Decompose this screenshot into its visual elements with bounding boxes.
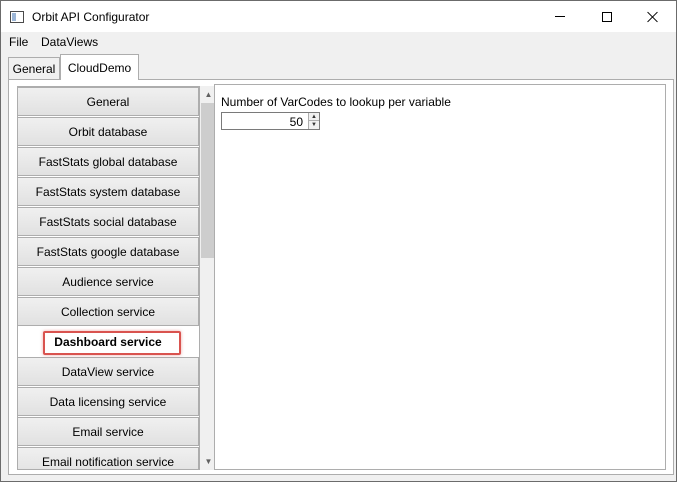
maximize-button[interactable] — [584, 1, 630, 32]
varcodes-label: Number of VarCodes to lookup per variabl… — [221, 95, 451, 109]
close-icon — [647, 11, 659, 23]
detail-panel: Number of VarCodes to lookup per variabl… — [214, 84, 666, 470]
nav-item[interactable]: FastStats global database — [18, 147, 199, 176]
minimize-icon — [555, 16, 565, 17]
nav-item[interactable]: Collection service — [18, 297, 199, 326]
app-window-icon — [10, 11, 24, 23]
nav-item[interactable]: FastStats social database — [18, 207, 199, 236]
minimize-button[interactable] — [537, 1, 583, 32]
menu-bar: File DataViews — [1, 32, 676, 52]
nav-item[interactable]: Audience service — [18, 267, 199, 296]
tab-general[interactable]: General — [8, 57, 60, 79]
app-window: Orbit API Configurator File DataViews Ge… — [0, 0, 677, 482]
close-button[interactable] — [630, 1, 676, 32]
tab-clouddemo[interactable]: CloudDemo — [60, 54, 139, 80]
varcodes-value[interactable]: 50 — [290, 115, 303, 129]
nav-item[interactable]: Data licensing service — [18, 387, 199, 416]
spin-buttons: ▲ ▼ — [308, 113, 319, 129]
nav-item[interactable]: Email notification service — [18, 447, 199, 469]
varcodes-stepper[interactable]: 50 ▲ ▼ — [221, 112, 320, 130]
nav-item[interactable]: DataView service — [18, 357, 199, 386]
spin-up-icon[interactable]: ▲ — [309, 113, 319, 121]
title-bar: Orbit API Configurator — [1, 1, 676, 32]
service-nav-list: General Orbit database FastStats global da… — [17, 86, 200, 470]
nav-item[interactable]: FastStats google database — [18, 237, 199, 266]
nav-item[interactable]: General — [18, 87, 199, 116]
nav-item[interactable]: Orbit database — [18, 117, 199, 146]
window-title: Orbit API Configurator — [32, 10, 150, 24]
nav-item[interactable]: Email service — [18, 417, 199, 446]
nav-item[interactable]: Dashboard service — [18, 327, 199, 356]
maximize-icon — [602, 11, 612, 22]
menu-file[interactable]: File — [9, 35, 28, 49]
nav-item[interactable]: FastStats system database — [18, 177, 199, 206]
spin-down-icon[interactable]: ▼ — [309, 121, 319, 129]
tab-content: General Orbit database FastStats global da… — [8, 79, 674, 475]
menu-dataviews[interactable]: DataViews — [41, 35, 98, 49]
